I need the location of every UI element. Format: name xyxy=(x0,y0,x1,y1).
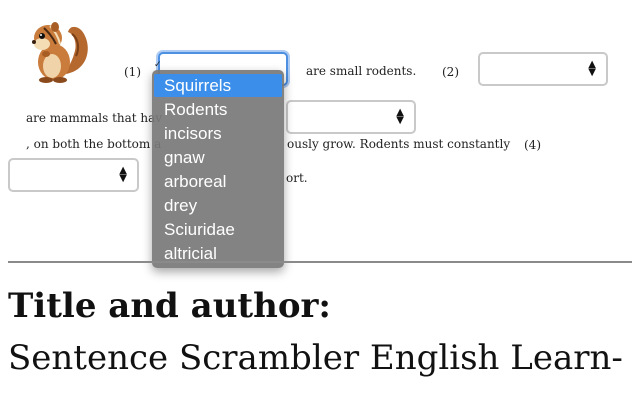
updown-chevron-icon: ▲ ▼ xyxy=(396,107,404,126)
sentence-fragment-1: are small rodents. xyxy=(306,64,417,78)
sentence-fragment-3a: , on both the bottom a xyxy=(26,137,162,151)
sentence-fragment-2: are mammals that hav xyxy=(26,111,163,125)
answer-select-2[interactable]: ▲ ▼ xyxy=(478,52,608,86)
checkmark-icon: ✓ xyxy=(154,60,162,70)
dropdown-option[interactable]: Squirrels xyxy=(154,74,282,97)
dropdown-option[interactable]: arboreal xyxy=(154,170,282,193)
section-divider xyxy=(8,261,632,263)
chipmunk-icon xyxy=(22,14,94,86)
dropdown-option[interactable]: Sciuridae xyxy=(154,218,282,241)
question-number-4: (4) xyxy=(524,138,541,152)
updown-chevron-icon: ▲ ▼ xyxy=(119,165,127,184)
answer-select-3[interactable]: ▲ ▼ xyxy=(286,100,416,134)
dropdown-option[interactable]: incisors xyxy=(154,122,282,145)
question-number-1: (1) xyxy=(124,65,141,79)
dropdown-option[interactable]: gnaw xyxy=(154,146,282,169)
page-title: Title and author: xyxy=(8,286,331,326)
dropdown-option[interactable]: Rodents xyxy=(154,98,282,121)
question-number-2: (2) xyxy=(442,65,459,79)
answer-select-4[interactable]: ▲ ▼ xyxy=(8,158,139,192)
sentence-fragment-3b: ously grow. Rodents must constantly xyxy=(287,137,511,151)
dropdown-list: Squirrels Rodents incisors gnaw arboreal… xyxy=(152,70,284,268)
page-subtitle: Sentence Scrambler English Learn- xyxy=(8,338,623,378)
updown-chevron-icon: ▲ ▼ xyxy=(588,59,596,78)
dropdown-option[interactable]: drey xyxy=(154,194,282,217)
sentence-fragment-4: ort. xyxy=(286,171,308,185)
